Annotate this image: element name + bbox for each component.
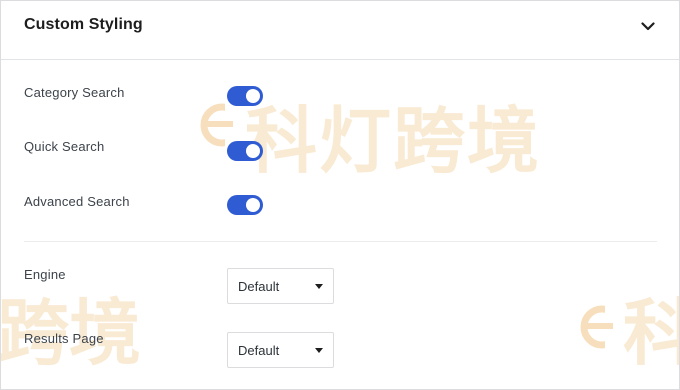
advanced-search-toggle[interactable] (227, 195, 263, 215)
engine-label: Engine (24, 267, 66, 282)
results-page-select-value: Default (238, 343, 280, 358)
watermark-text: 科灯跨境 (245, 99, 542, 183)
watermark-text-right: 科 (623, 293, 679, 373)
panel-header[interactable]: Custom Styling (1, 1, 679, 60)
section-divider (24, 241, 657, 242)
category-search-label: Category Search (24, 85, 125, 100)
watermark-logo-icon-right (580, 303, 625, 351)
results-page-select[interactable]: Default (227, 332, 334, 368)
category-search-toggle[interactable] (227, 86, 263, 106)
quick-search-label: Quick Search (24, 139, 105, 154)
toggle-knob (246, 144, 260, 158)
toggle-knob (246, 89, 260, 103)
caret-down-icon (315, 284, 323, 289)
panel-title: Custom Styling (24, 16, 143, 33)
engine-select[interactable]: Default (227, 268, 334, 304)
chevron-down-icon[interactable] (637, 15, 659, 37)
custom-styling-panel: Custom Styling 科灯跨境 跨境 科 Category Search… (0, 0, 680, 390)
caret-down-icon (315, 348, 323, 353)
results-page-label: Results Page (24, 331, 104, 346)
engine-select-value: Default (238, 279, 280, 294)
toggle-knob (246, 198, 260, 212)
quick-search-toggle[interactable] (227, 141, 263, 161)
advanced-search-label: Advanced Search (24, 194, 130, 209)
